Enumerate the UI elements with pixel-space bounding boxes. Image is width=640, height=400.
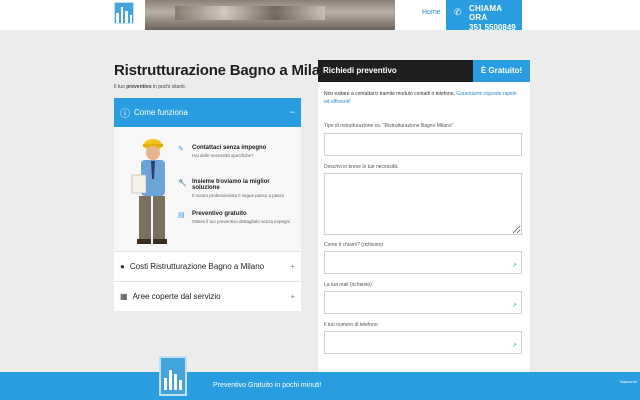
bottom-cta-text[interactable]: Preventivo Gratuito in pochi minuti! [213,382,322,389]
header-banner-image [145,0,395,30]
site-header: Home ✆ CHIAMA ORA 351 5500849 [0,0,640,32]
step-contattaci: ✎ Contattaci senza impegno Hai delle nec… [178,145,298,158]
autofill-icon: ↗ [511,263,517,269]
phone-icon: ✆ [454,7,462,17]
pencil-icon: ✎ [178,146,184,153]
field-label-email: La tua mail (richiesto) [324,282,372,288]
telefono-input[interactable]: ↗ [324,331,522,354]
accordion-header-costi[interactable]: ● Costi Ristrutturazione Bagno a Milano … [114,251,301,281]
form-title: Richiedi preventivo [323,66,397,75]
nome-input[interactable]: ↗ [324,251,522,274]
document-icon: ▤ [178,212,185,219]
wrench-icon: 🔧 [178,180,187,187]
accordion-panel-come-funziona: ✎ Contattaci senza impegno Hai delle nec… [114,127,301,251]
descrizione-textarea[interactable] [324,173,522,235]
subtitle-bold: preventivo [126,84,152,90]
site-logo[interactable] [114,2,134,24]
field-label-telefono: Il tuo numero di telefono [324,322,378,328]
step-text: Il nostro professionista ti segue passo … [192,193,285,198]
bottom-logo [159,356,187,396]
field-label-tipo: Tipo di ristrutturazione es. "Ristruttur… [324,123,454,129]
step-preventivo: ▤ Preventivo gratuito Ottieni il tuo pre… [178,211,298,224]
intro-text: Non esitare a contattarci tramite modulo… [324,91,457,97]
expand-toggle[interactable]: + [290,292,295,301]
free-badge: È Gratuito! [473,60,530,82]
step-title: Contattaci senza impegno [192,145,267,151]
call-number: 351 5500849 [469,23,516,32]
question-circle-icon: ⓘ [120,109,130,120]
tipo-ristrutturazione-input[interactable] [324,133,522,156]
email-input[interactable]: ↗ [324,291,522,314]
step-title: Insieme troviamo la miglior soluzione [192,179,270,191]
form-header: Richiedi preventivo È Gratuito! [318,60,530,82]
page-subtitle: Il tuo preventivo in pochi istanti. [114,84,186,90]
autofill-icon: ↗ [511,343,517,349]
field-label-descrizione: Descrivi in breve le tue necessità: [324,164,399,170]
autofill-icon: ↗ [511,303,517,309]
nav-home-link[interactable]: Home [422,9,441,16]
accordion-header-aree[interactable]: ▦ Aree coperte dal servizio + [114,281,301,311]
step-soluzione: 🔧 Insieme troviamo la miglior soluzione … [178,179,298,198]
page-title: Ristrutturazione Bagno a Milano [114,62,338,79]
accordion-label: Costi Ristrutturazione Bagno a Milano [129,262,265,271]
step-title: Preventivo gratuito [192,211,247,217]
step-text: Ottieni il tuo preventivo dettagliato se… [192,219,291,224]
collapse-toggle[interactable]: − [290,107,295,117]
accordion-label: Aree coperte dal servizio [132,292,221,301]
accordion-header-come-funziona[interactable]: ⓘ Come funziona − [114,98,301,127]
coin-icon: ● [120,262,125,271]
step-text: Hai delle necessità specifiche? [192,153,254,158]
field-label-nome: Come ti chiami? (richiesto) [324,242,384,248]
quote-request-form: Richiedi preventivo È Gratuito! Non esit… [318,60,530,380]
worker-illustration [131,139,167,244]
expand-toggle[interactable]: + [290,262,295,271]
info-accordion: ⓘ Come funziona − ✎ Contattaci senza imp… [114,98,301,311]
subtitle-suffix: in pochi istanti. [151,84,186,90]
subtitle-prefix: Il tuo [114,84,127,90]
hide-bar-link[interactable]: Nascondi [620,379,637,384]
form-intro: Non esitare a contattarci tramite modulo… [324,90,522,106]
call-now-button[interactable]: ✆ CHIAMA ORA 351 5500849 [446,0,522,32]
accordion-label: Come funziona [134,108,188,117]
map-icon: ▦ [120,292,128,301]
call-now-label: CHIAMA ORA [469,4,502,22]
